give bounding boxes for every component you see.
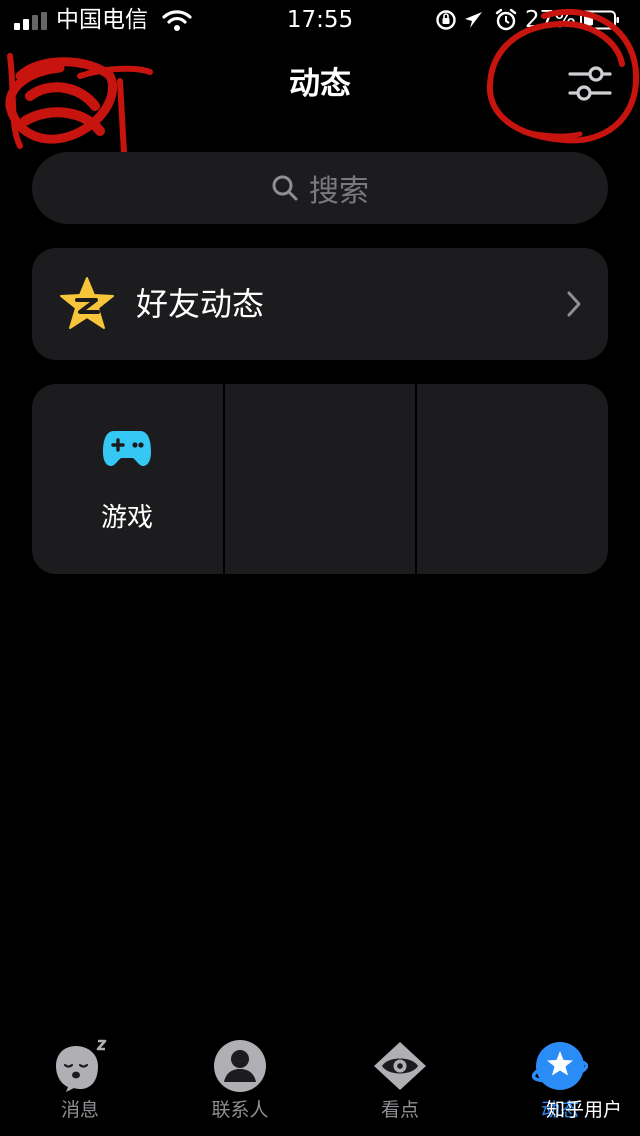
friends-feed-label: 好友动态 <box>136 285 265 323</box>
search-icon <box>272 175 298 201</box>
tab-discover[interactable]: 看点 <box>320 1030 480 1136</box>
friends-feed-row[interactable]: 好友动态 <box>32 248 608 360</box>
tab-label: 看点 <box>380 1099 419 1121</box>
eye-icon <box>374 1042 426 1090</box>
battery-icon <box>580 10 619 30</box>
battery-percent: 27% <box>525 7 577 33</box>
status-indicators-icon <box>436 8 517 31</box>
sliders-icon[interactable] <box>566 64 614 104</box>
status-bar: 中国电信 17:55 27% <box>0 0 640 40</box>
tab-bar: 消息 联系人 看点 动态 <box>0 1030 640 1136</box>
qzone-star-icon <box>60 277 114 329</box>
star-planet-icon <box>532 1042 588 1090</box>
empty-grid-cell <box>415 384 608 574</box>
sleeping-penguin-icon <box>56 1039 107 1092</box>
page-title: 动态 <box>289 66 351 102</box>
contact-person-icon <box>214 1040 266 1092</box>
gamepad-icon <box>103 431 151 466</box>
search-bar[interactable]: 搜索 <box>32 152 608 224</box>
tab-label: 联系人 <box>211 1099 269 1121</box>
watermark: 知乎用户 <box>545 1099 622 1121</box>
search-placeholder: 搜索 <box>309 174 369 209</box>
tab-messages[interactable]: 消息 <box>0 1030 160 1136</box>
game-entry[interactable]: 游戏 <box>32 384 223 574</box>
tab-label: 消息 <box>60 1099 99 1121</box>
feature-grid: 游戏 <box>32 384 608 574</box>
empty-grid-cell <box>222 384 416 574</box>
tab-contacts[interactable]: 联系人 <box>160 1030 320 1136</box>
chevron-right-icon <box>567 291 581 317</box>
game-label: 游戏 <box>100 503 153 533</box>
